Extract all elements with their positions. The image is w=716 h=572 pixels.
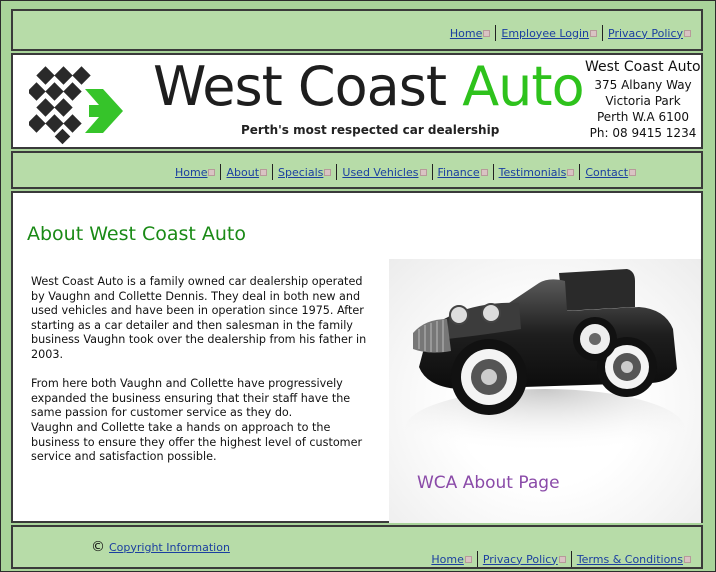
nav-specials[interactable]: Specials [278, 165, 332, 179]
separator [602, 25, 604, 41]
nav-about-label: About [226, 165, 260, 179]
image-caption: WCA About Page [417, 473, 560, 493]
broken-image-icon [590, 29, 598, 37]
brand-tagline: Perth's most respected car dealership [241, 123, 500, 137]
nav-home[interactable]: Home [175, 165, 216, 179]
broken-image-icon [629, 168, 637, 176]
nav-contact[interactable]: Contact [585, 165, 637, 179]
footer: © Copyright Information Home Privacy Pol… [11, 525, 703, 569]
footer-link-privacy-policy[interactable]: Privacy Policy [483, 553, 566, 566]
top-link-privacy-policy[interactable]: Privacy Policy [608, 27, 691, 40]
top-link-home-label: Home [449, 26, 483, 40]
brand: West Coast Auto Perth's most respected c… [153, 55, 585, 143]
nav-testimonials-label: Testimonials [498, 165, 567, 179]
address-phone: Ph: 08 9415 1234 [589, 126, 697, 140]
top-bar: Home Employee Login Privacy Policy [11, 9, 703, 51]
separator [336, 164, 338, 180]
address-city: Perth W.A 6100 [596, 110, 690, 124]
footer-link-home[interactable]: Home [431, 552, 472, 566]
nav-home-label: Home [175, 165, 208, 179]
address-suburb: Victoria Park [605, 94, 681, 108]
broken-image-icon [684, 555, 691, 563]
separator [570, 551, 572, 567]
about-text: West Coast Auto is a family owned car de… [31, 275, 379, 465]
broken-image-icon [260, 168, 268, 176]
separator [495, 25, 497, 41]
about-paragraph: Vaughn and Collette take a hands on appr… [31, 420, 363, 464]
broken-image-icon [558, 555, 566, 563]
separator [220, 164, 222, 180]
brand-title-prefix: West Coast [153, 55, 463, 118]
separator [476, 551, 478, 567]
broken-image-icon [684, 29, 691, 37]
footer-link-terms[interactable]: Terms & Conditions [577, 553, 691, 566]
separator [431, 164, 433, 180]
top-link-employee-login-label: Employee Login [501, 26, 590, 40]
footer-link-privacy-policy-label: Privacy Policy [482, 552, 558, 566]
separator [272, 164, 274, 180]
nav-links: Home About Specials Used Vehicles Financ… [175, 164, 637, 180]
top-link-employee-login[interactable]: Employee Login [501, 26, 598, 40]
broken-image-icon [208, 168, 216, 176]
nav-finance-label: Finance [437, 165, 480, 179]
copyright-symbol: © [91, 539, 105, 555]
logo-icon [29, 66, 123, 145]
about-paragraph: West Coast Auto is a family owned car de… [31, 275, 367, 361]
main-nav: Home About Specials Used Vehicles Financ… [11, 151, 703, 189]
page-frame: Home Employee Login Privacy Policy West … [0, 0, 716, 572]
top-link-home[interactable]: Home [449, 26, 491, 40]
broken-image-icon [567, 168, 575, 176]
nav-testimonials[interactable]: Testimonials [499, 166, 575, 179]
footer-links: Home Privacy Policy Terms & Conditions [431, 551, 691, 567]
brand-title: West Coast Auto [153, 55, 585, 118]
nav-used-vehicles[interactable]: Used Vehicles [342, 165, 427, 179]
nav-specials-label: Specials [278, 165, 324, 179]
broken-image-icon [324, 168, 332, 176]
header: West Coast Auto Perth's most respected c… [11, 53, 703, 149]
broken-image-icon [480, 168, 488, 176]
about-paragraph: From here both Vaughn and Collette have … [31, 377, 351, 420]
address-block: West Coast Auto 375 Albany Way Victoria … [585, 59, 701, 141]
broken-image-icon [464, 555, 472, 563]
broken-image-icon [419, 168, 427, 176]
brand-title-suffix: Auto [462, 55, 584, 118]
nav-about[interactable]: About [226, 165, 268, 179]
broken-image-icon [483, 29, 491, 37]
page-title: About West Coast Auto [27, 223, 247, 245]
main-content: About West Coast Auto West Coast Auto is… [11, 191, 703, 523]
nav-used-vehicles-label: Used Vehicles [342, 165, 419, 179]
separator [492, 164, 494, 180]
copyright: © Copyright Information [91, 539, 230, 555]
address-street: 375 Albany Way [594, 78, 692, 92]
copyright-link[interactable]: Copyright Information [109, 541, 230, 554]
footer-link-home-label: Home [431, 552, 464, 566]
separator [579, 164, 581, 180]
company-name: West Coast Auto [585, 59, 701, 75]
nav-contact-label: Contact [585, 165, 629, 179]
nav-finance[interactable]: Finance [438, 166, 488, 179]
top-link-privacy-policy-label: Privacy Policy [608, 26, 683, 40]
top-links: Home Employee Login Privacy Policy [450, 25, 691, 41]
footer-link-terms-label: Terms & Conditions [576, 552, 683, 566]
